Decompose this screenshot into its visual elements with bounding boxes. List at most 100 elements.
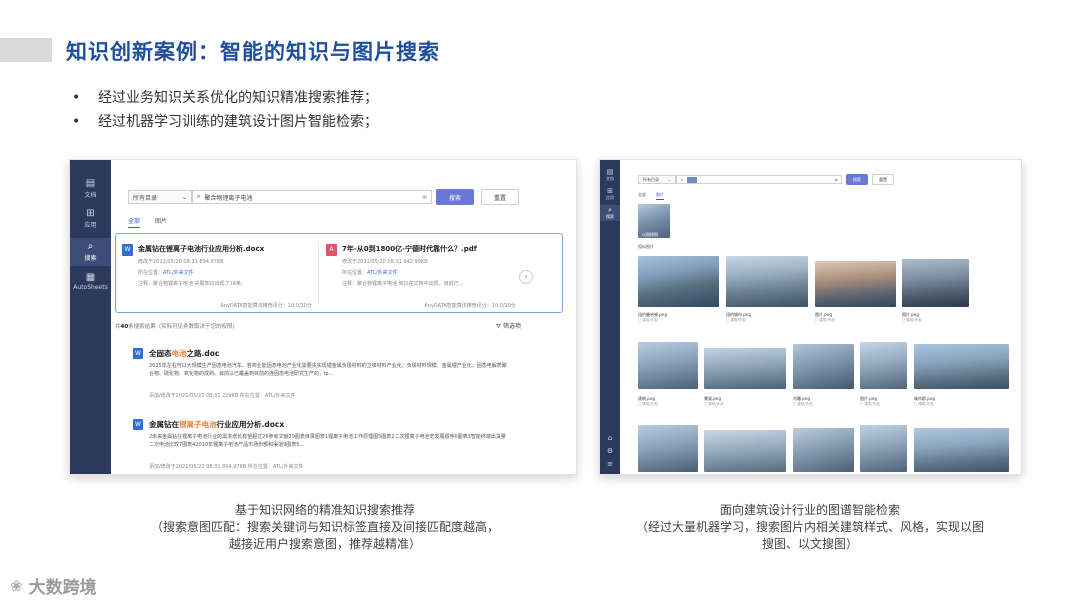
filter-button[interactable]: ⛛ 筛选项 [496,321,521,331]
location-link[interactable]: ATL/外来文件 [163,270,194,276]
result-meta: 添加/修改于2021/05/20 08:31 894.97KB 所在位置：ATL… [149,464,304,470]
result-image[interactable] [704,430,786,472]
featured-card-title[interactable]: 金属钻在锂离子电池行业应用分析.docx [138,244,264,254]
caption-line: 搜图、以文搜图） [761,537,858,551]
location-label: 所在位置： [138,270,164,276]
result-image[interactable] [638,256,719,307]
image-search-screenshot: ▤ 文档 ⊞ 应用 ⌕ 搜索 ⌂ ⚙ ≡ 所有目录 ⌄ ⌕ ◉ 搜索 重置 全部 图片 … [599,159,1022,475]
image-tag: □ 建筑/外观 [726,318,746,322]
result-image[interactable] [726,256,808,307]
apps-grid-icon: ⊞ [86,208,95,219]
caption-line: 面向建筑设计行业的图谱智能检索 [719,503,900,517]
sidebar-item-label: 搜索 [606,214,614,219]
image-tag: □ 建筑/外观 [638,402,658,406]
search-input-value: 聚合物锂离子电池 [204,194,253,202]
sidebar-item-search[interactable]: ⌕ 搜索 [70,238,111,266]
featured-card-note: 注释：聚合物锂离子电池 知识在文档中出现，目前已… [342,281,464,287]
image-search-input[interactable]: ⌕ ◉ [676,175,842,184]
featured-card-meta: 修改于2021/05/20 08:31 942.99KB [342,259,428,265]
title-part: 全固态 [149,349,172,358]
title-part: 金属钻在 [149,420,179,429]
featured-card[interactable]: W 金属钻在锂离子电池行业应用分析.docx 修改于2021/05/20 08:… [116,234,316,312]
search-button[interactable]: 搜索 [436,189,474,205]
bullet-list: • 经过业务知识关系优化的知识精准搜索推荐； • 经过机器学习训练的建筑设计图片智能… [72,86,378,134]
result-image[interactable] [860,342,907,389]
result-image[interactable] [860,425,907,472]
menu-icon[interactable]: ≡ [600,460,620,470]
bullet-text: 经过机器学习训练的建筑设计图片智能检索； [98,114,378,130]
slide-title: 知识创新案例：智能的知识与图片搜索 [66,40,440,64]
next-arrow-button[interactable]: › [519,270,533,284]
search-button[interactable]: 搜索 [846,174,868,185]
result-snippet: 2025年左右可以大规模生产固态电池汽车。若商业能固态电池产业化需要先实现锂金属… [149,363,507,377]
search-icon: ⌕ [608,206,612,214]
result-meta: 添加/修改于2021/05/20 08:31 229KB 所在位置：ATL/外来… [149,393,296,399]
sidebar-item-label: 应用 [606,195,614,200]
result-image[interactable] [638,425,698,472]
scope-select[interactable]: 所有目录 ⌄ [128,190,192,204]
camera-icon[interactable]: ◉ [835,177,839,182]
featured-card-title[interactable]: 7年-从0到1800亿-宁德时代靠什么？.pdf [342,244,477,254]
sidebar-item-apps[interactable]: ⊞ 应用 [600,187,620,201]
result-title[interactable]: 全固态电池之路.doc [149,348,219,359]
divider [318,242,319,304]
watermark-logo: ❀ 大数跨境 [10,573,97,599]
sidebar-item-label: 文档 [84,192,97,199]
result-count: 共40条搜索结果（实际可见条数取决于您的权限） [115,322,238,330]
result-image[interactable] [815,261,896,307]
featured-card[interactable]: A 7年-从0到1800亿-宁德时代靠什么？.pdf 修改于2021/05/20… [320,234,520,312]
bullet-item: • 经过业务知识关系优化的知识精准搜索推荐； [72,86,378,110]
logo-mark-icon: ❀ [10,576,23,595]
reset-button[interactable]: 重置 [481,189,519,205]
bullet-text: 经过业务知识关系优化的知识精准搜索推荐； [98,90,378,106]
section-label: 相似图片 [638,244,654,249]
count-suffix: 条搜索结果（实际可见条数取决于您的权限） [128,324,239,330]
result-image[interactable] [704,348,786,389]
sidebar-item-documents[interactable]: ▤ 文档 [70,178,111,202]
featured-results-box: W 金属钻在锂离子电池行业应用分析.docx 修改于2021/05/20 08:… [115,233,563,313]
sidebar-item-label: AutoSheets [73,284,108,291]
bullet-dot: • [72,90,81,106]
sidebar-item-search[interactable]: ⌕ 搜索 [600,205,620,221]
result-image[interactable] [914,344,1009,389]
image-tag: □ 建筑/外观 [902,318,922,322]
result-image[interactable] [638,342,698,389]
title-accent-bar [0,38,52,62]
scope-select[interactable]: 所有目录 ⌄ [638,175,676,184]
sheets-icon: ▦ [85,272,96,283]
tab-images[interactable]: 图片 [155,216,167,225]
image-tag: □ 建筑/外观 [860,402,880,406]
result-title[interactable]: 金属钻在锂离子电池行业应用分析.docx [149,419,284,430]
reset-button[interactable]: 重置 [872,174,894,185]
result-image[interactable] [914,428,1009,472]
sidebar-item-label: 应用 [84,222,97,229]
result-image[interactable] [902,259,969,307]
tab-images[interactable]: 图片 [656,192,664,200]
featured-card-location: 所在位置：ATL/外来文件 [342,269,398,276]
filter-label: 筛选项 [502,323,521,330]
result-image[interactable] [793,344,854,389]
tab-all[interactable]: 全部 [128,216,141,228]
word-file-icon: W [122,244,133,256]
result-snippet: 2未来金属钻在锂离子电池行业的需求增长有望超过26参考文献29图表目录图表1锂离… [149,434,506,448]
sidebar: ▤ 文档 ⊞ 应用 ⌕ 搜索 ▦ AutoSheets [70,160,111,474]
slide: 知识创新案例：智能的知识与图片搜索 • 经过业务知识关系优化的知识精准搜索推荐； … [0,0,1080,608]
sidebar-item-autosheets[interactable]: ▦ AutoSheets [70,272,111,296]
document-icon: ▤ [606,168,614,176]
search-input[interactable]: ⌕ 聚合物锂离子电池 ⊗ [192,190,432,204]
home-icon[interactable]: ⌂ [600,434,620,444]
scope-select-value: 所有目录 [133,194,158,202]
sidebar-item-label: 文档 [606,176,614,181]
filter-icon: ⛛ [496,323,502,330]
settings-icon[interactable]: ⚙ [600,447,620,457]
knowledge-search-screenshot: ▤ 文档 ⊞ 应用 ⌕ 搜索 ▦ AutoSheets 所有目录 ⌄ ⌕ 聚合物锂离子电… [69,159,577,475]
query-image-chip [687,176,698,183]
clear-icon[interactable]: ⊗ [422,194,427,201]
sidebar-item-apps[interactable]: ⊞ 应用 [70,208,111,232]
pdf-file-icon: A [326,244,337,256]
featured-card-location: 所在位置：ATL/外来文件 [138,269,194,276]
location-link[interactable]: ATL/外来文件 [367,270,398,276]
result-image[interactable] [793,428,854,472]
tab-all[interactable]: 全部 [638,192,646,198]
sidebar-item-documents[interactable]: ▤ 文档 [600,168,620,182]
